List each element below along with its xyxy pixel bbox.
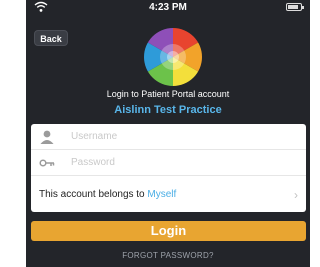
- status-time: 4:23 PM: [149, 2, 187, 13]
- practice-name: Aislinn Test Practice: [114, 104, 222, 116]
- account-owner-value: Myself: [147, 189, 177, 200]
- account-owner-row[interactable]: This account belongs to Myself ›: [31, 177, 306, 212]
- forgot-password-link[interactable]: FORGOT PASSWORD?: [26, 251, 310, 260]
- chevron-right-icon: ›: [294, 188, 298, 202]
- battery-icon: [286, 3, 304, 11]
- colorful-sphere-logo: [144, 28, 202, 86]
- back-button[interactable]: Back: [34, 30, 68, 46]
- username-input[interactable]: Username: [71, 131, 117, 142]
- username-field[interactable]: Username: [31, 124, 306, 150]
- key-icon: [39, 159, 55, 167]
- password-field[interactable]: Password: [31, 150, 306, 176]
- password-input[interactable]: Password: [71, 157, 115, 168]
- status-bar: 4:23 PM: [26, 0, 310, 16]
- user-icon: [40, 130, 54, 144]
- login-button[interactable]: Login: [31, 221, 306, 241]
- account-owner-label: This account belongs to Myself: [39, 189, 176, 200]
- account-owner-prefix: This account belongs to: [39, 189, 148, 200]
- login-subtitle: Login to Patient Portal account: [106, 89, 230, 99]
- app-screen: 4:23 PM Back Login to Patient Portal acc…: [26, 0, 310, 267]
- login-form: Username Password This account belongs t…: [31, 124, 306, 212]
